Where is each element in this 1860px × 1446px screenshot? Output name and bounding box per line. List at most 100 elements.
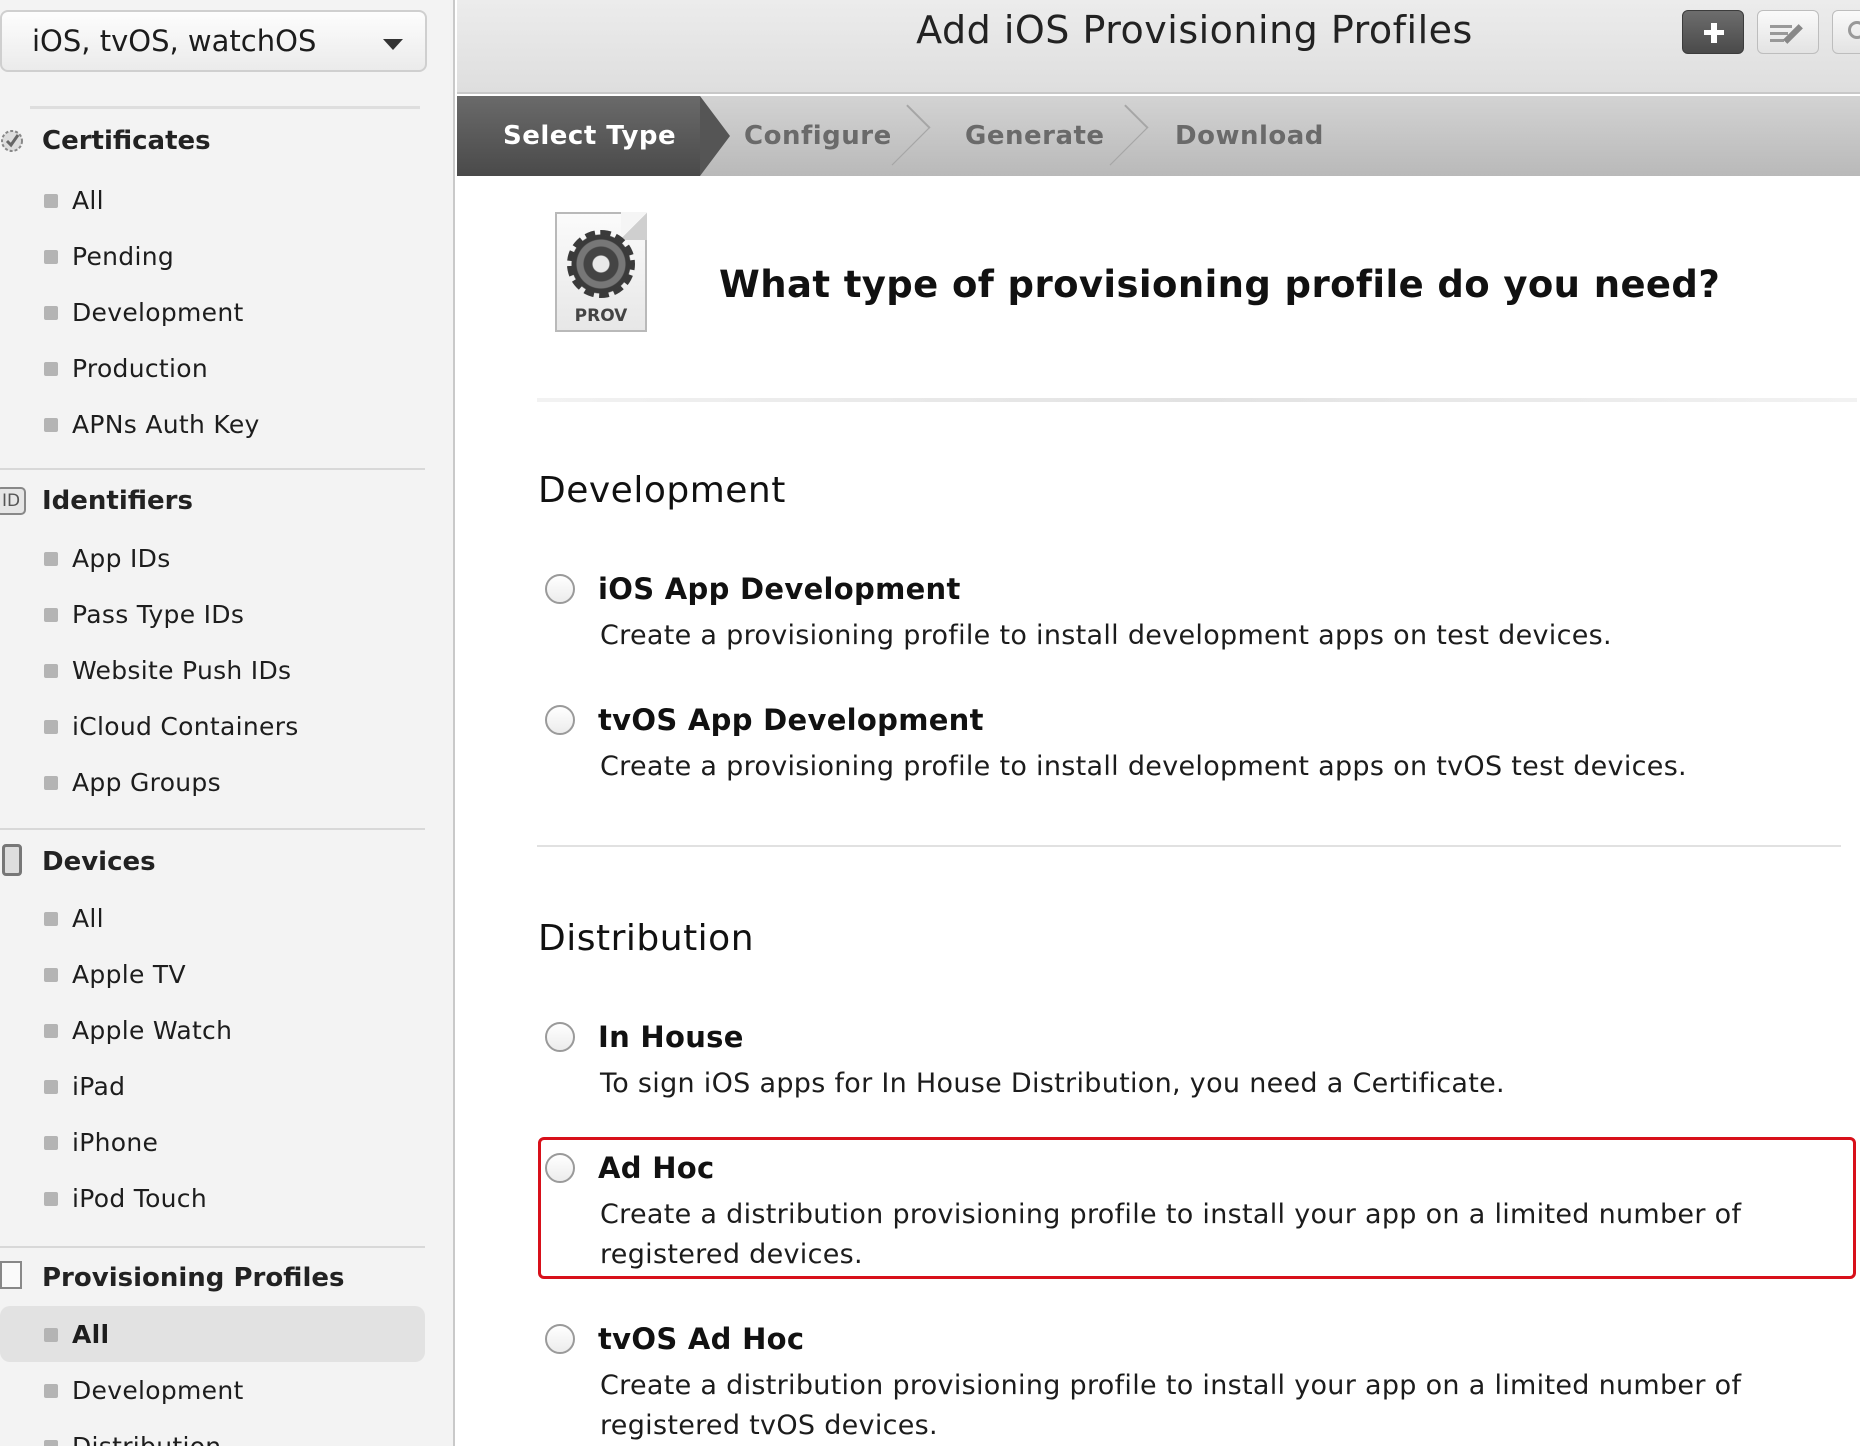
step-select-type: Select Type (457, 96, 700, 176)
option-description: Create a distribution provisioning profi… (600, 1199, 1742, 1270)
option-description: To sign iOS apps for In House Distributi… (600, 1068, 1505, 1099)
option-description: Create a provisioning profile to install… (600, 620, 1612, 651)
add-button[interactable] (1682, 10, 1744, 54)
sidebar-item-label: APNs Auth Key (72, 409, 260, 439)
search-icon (1848, 21, 1860, 39)
sidebar-item-label: App IDs (72, 543, 171, 573)
page-question: What type of provisioning profile do you… (719, 263, 1721, 306)
page-title: Add iOS Provisioning Profiles (916, 8, 1473, 52)
sidebar-item-profiles-all[interactable]: All (0, 1306, 425, 1362)
bullet-icon (44, 418, 58, 432)
group-header-certificates: Certificates (0, 116, 425, 166)
bullet-icon (44, 1384, 58, 1398)
divider (537, 845, 1841, 847)
group-label: Devices (42, 847, 156, 877)
sidebar-item-app-ids[interactable]: App IDs (0, 530, 425, 586)
page-fold (621, 212, 647, 240)
chevron-down-icon (383, 39, 403, 50)
device-icon (2, 844, 22, 876)
sidebar-item-label: iPod Touch (72, 1183, 207, 1213)
radio-button[interactable] (545, 1022, 575, 1052)
edit-icon-line (1770, 32, 1788, 35)
sidebar-item-iphone[interactable]: iPhone (0, 1114, 425, 1170)
edit-icon (1770, 25, 1792, 28)
radio-button[interactable] (545, 574, 575, 604)
sidebar-item-profiles-development[interactable]: Development (0, 1362, 425, 1418)
search-button[interactable] (1832, 10, 1860, 54)
sidebar-item-pass-type-ids[interactable]: Pass Type IDs (0, 586, 425, 642)
step-download: Download (1175, 121, 1324, 151)
option-title: tvOS App Development (598, 703, 984, 737)
sidebar-item-label: Development (72, 297, 244, 327)
bullet-icon (44, 1136, 58, 1150)
sidebar-item-label: iPad (72, 1071, 126, 1101)
main-content: PROV What type of provisioning profile d… (457, 176, 1860, 1446)
sidebar-item-ipad[interactable]: iPad (0, 1058, 425, 1114)
sidebar-item-label: All (72, 1319, 110, 1349)
bullet-icon (44, 664, 58, 678)
bullet-icon (44, 250, 58, 264)
bullet-icon (44, 194, 58, 208)
sidebar-item-certificates-all[interactable]: All (0, 172, 425, 228)
gear-icon-center (571, 234, 631, 294)
bullet-icon (44, 1024, 58, 1038)
group-header-provisioning-profiles: Provisioning Profiles (0, 1253, 425, 1303)
divider (0, 1246, 425, 1248)
sidebar-item-certificates-development[interactable]: Development (0, 284, 425, 340)
sidebar-item-profiles-distribution[interactable]: Distribution (0, 1418, 425, 1446)
bullet-icon (44, 968, 58, 982)
option-title: iOS App Development (598, 572, 961, 606)
sidebar-item-pending[interactable]: Pending (0, 228, 425, 284)
section-title-development: Development (538, 470, 786, 511)
step-separator (1105, 96, 1135, 176)
bullet-icon (44, 776, 58, 790)
edit-button[interactable] (1757, 10, 1819, 54)
sidebar-item-apple-tv[interactable]: Apple TV (0, 946, 425, 1002)
sidebar-item-production[interactable]: Production (0, 340, 425, 396)
bullet-icon (44, 306, 58, 320)
bullet-icon (44, 608, 58, 622)
sidebar-item-apple-watch[interactable]: Apple Watch (0, 1002, 425, 1058)
id-icon: ID (0, 487, 26, 515)
platform-select[interactable]: iOS, tvOS, watchOS (0, 10, 427, 72)
sidebar-item-icloud-containers[interactable]: iCloud Containers (0, 698, 425, 754)
bullet-icon (44, 1328, 58, 1342)
bullet-icon (44, 912, 58, 926)
step-configure: Configure (744, 121, 892, 151)
sidebar-item-label: iPhone (72, 1127, 159, 1157)
sidebar-item-website-push-ids[interactable]: Website Push IDs (0, 642, 425, 698)
divider (537, 398, 1857, 402)
group-header-devices: Devices (0, 837, 425, 887)
sidebar-item-label: All (72, 185, 104, 215)
step-separator (887, 96, 917, 176)
wizard-steps: Select Type Configure Generate Download (457, 96, 1860, 176)
sidebar-item-label: Production (72, 353, 209, 383)
platform-select-value: iOS, tvOS, watchOS (32, 24, 317, 58)
bullet-icon (44, 720, 58, 734)
group-header-identifiers: ID Identifiers (0, 476, 425, 526)
sidebar-item-label: Pass Type IDs (72, 599, 245, 629)
option-description: Create a distribution provisioning profi… (600, 1370, 1742, 1441)
sidebar-item-label: App Groups (72, 767, 221, 797)
sidebar-item-app-groups[interactable]: App Groups (0, 754, 425, 810)
radio-button[interactable] (545, 1153, 575, 1183)
group-label: Provisioning Profiles (42, 1263, 345, 1293)
radio-button[interactable] (545, 705, 575, 735)
sidebar-item-label: All (72, 903, 104, 933)
sidebar-item-devices-all[interactable]: All (0, 890, 425, 946)
sidebar-item-ipod-touch[interactable]: iPod Touch (0, 1170, 425, 1226)
group-label: Identifiers (42, 486, 193, 516)
bullet-icon (44, 1192, 58, 1206)
sidebar-item-label: Pending (72, 241, 175, 271)
bullet-icon (44, 1440, 58, 1446)
sidebar-item-apns-auth-key[interactable]: APNs Auth Key (0, 396, 425, 452)
divider (0, 468, 425, 470)
option-title: tvOS Ad Hoc (598, 1322, 805, 1356)
group-label: Certificates (42, 126, 211, 156)
certificate-icon (1, 130, 23, 152)
option-title: In House (598, 1020, 744, 1054)
prov-icon-label: PROV (574, 306, 628, 326)
document-icon (0, 1261, 22, 1289)
bullet-icon (44, 552, 58, 566)
radio-button[interactable] (545, 1324, 575, 1354)
